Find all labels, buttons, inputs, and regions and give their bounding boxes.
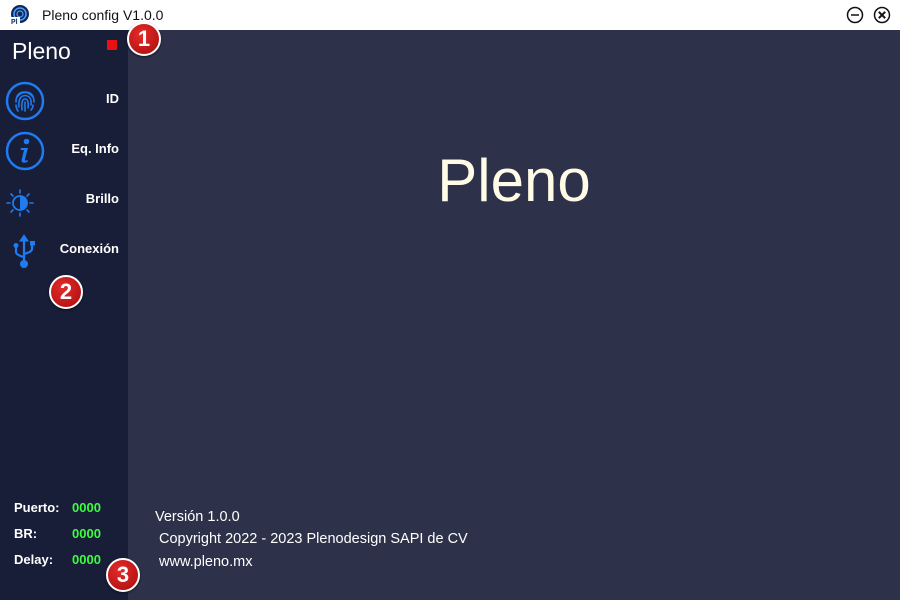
svg-text:Pl: Pl xyxy=(11,19,18,26)
sidebar-item-brillo[interactable]: Brillo xyxy=(0,177,128,223)
hero-title: Pleno xyxy=(437,147,591,214)
sidebar-item-id[interactable]: ID xyxy=(0,77,128,123)
website-link[interactable]: www.pleno.mx xyxy=(159,554,252,570)
copyright-text: Copyright 2022 - 2023 Plenodesign SAPI d… xyxy=(159,531,468,547)
app-logo-icon: Pl xyxy=(10,5,29,26)
annotation-badge-3: 3 xyxy=(106,558,140,592)
delay-value: 0000 xyxy=(72,552,101,567)
brightness-icon xyxy=(6,189,34,217)
port-value: 0000 xyxy=(72,500,101,515)
sidebar-item-label: ID xyxy=(106,91,119,106)
delay-label: Delay: xyxy=(14,552,54,567)
port-label: Puerto: xyxy=(14,500,60,515)
fingerprint-icon xyxy=(5,81,45,121)
version-text: Versión 1.0.0 xyxy=(155,509,240,525)
sidebar-item-label: Eq. Info xyxy=(71,141,119,156)
baud-rate-label: BR: xyxy=(14,526,38,541)
sidebar-item-conexion[interactable]: Conexión xyxy=(0,227,128,273)
annotation-badge-1: 1 xyxy=(127,22,161,56)
sidebar-brand: Pleno xyxy=(12,38,71,64)
usb-icon xyxy=(13,234,35,268)
close-icon[interactable] xyxy=(873,6,891,24)
sidebar-item-eq-info[interactable]: Eq. Info xyxy=(0,127,128,173)
connection-status-indicator xyxy=(107,40,117,50)
minimize-icon[interactable] xyxy=(846,6,864,24)
baud-rate-value: 0000 xyxy=(72,526,101,541)
info-icon xyxy=(5,131,45,171)
sidebar-item-label: Brillo xyxy=(85,191,119,206)
sidebar-item-label: Conexión xyxy=(59,241,119,256)
sidebar: Pleno ID Eq. Info Brillo Conexión Puerto… xyxy=(0,30,128,600)
annotation-badge-2: 2 xyxy=(49,275,83,309)
window-title: Pleno config V1.0.0 xyxy=(42,7,164,23)
